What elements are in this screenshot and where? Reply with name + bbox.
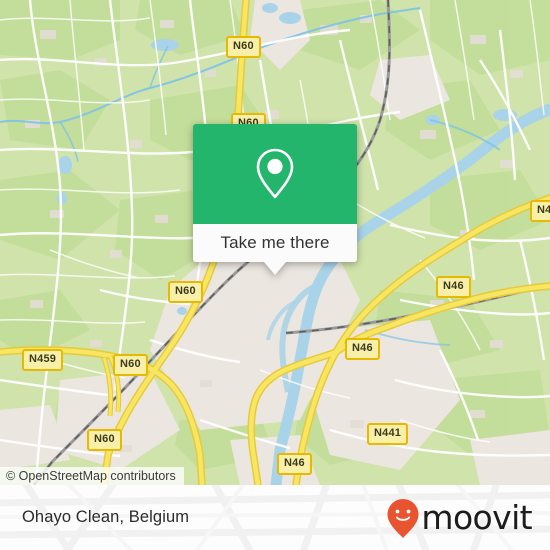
popup-pointer xyxy=(264,262,286,275)
road-shield: N46 xyxy=(345,338,380,360)
take-me-there-popup[interactable]: Take me there xyxy=(193,124,357,275)
moovit-pin-icon xyxy=(387,498,419,538)
take-me-there-button[interactable]: Take me there xyxy=(193,224,357,262)
road-shield: N441 xyxy=(367,423,409,445)
road-shield: N60 xyxy=(226,36,261,58)
road-shield: N60 xyxy=(87,429,122,451)
place-title: Ohayo Clean, Belgium xyxy=(22,485,189,550)
place-title-text: Ohayo Clean, Belgium xyxy=(22,508,190,526)
popup-icon-area xyxy=(193,124,357,224)
osm-attribution[interactable]: © OpenStreetMap contributors xyxy=(0,467,184,485)
osm-attribution-text: © OpenStreetMap contributors xyxy=(6,469,176,483)
map-pin-icon xyxy=(256,148,294,199)
road-shield: N46 xyxy=(277,453,312,475)
road-shield: N60 xyxy=(113,354,148,376)
moovit-brand[interactable]: moovit xyxy=(386,485,533,550)
road-shield: N60 xyxy=(168,281,203,303)
road-shield: N46 xyxy=(436,276,471,298)
road-shield: N459 xyxy=(22,349,64,371)
moovit-place-map-screenshot: N60 N60 N60 N459 N60 N60 N46 N46 N441 N46 N4 © Ope… xyxy=(0,0,550,550)
footer-bar: Ohayo Clean, Belgium moovit xyxy=(0,485,550,550)
take-me-there-label: Take me there xyxy=(220,233,330,252)
road-shield: N4 xyxy=(530,200,550,222)
moovit-wordmark: moovit xyxy=(421,498,532,537)
